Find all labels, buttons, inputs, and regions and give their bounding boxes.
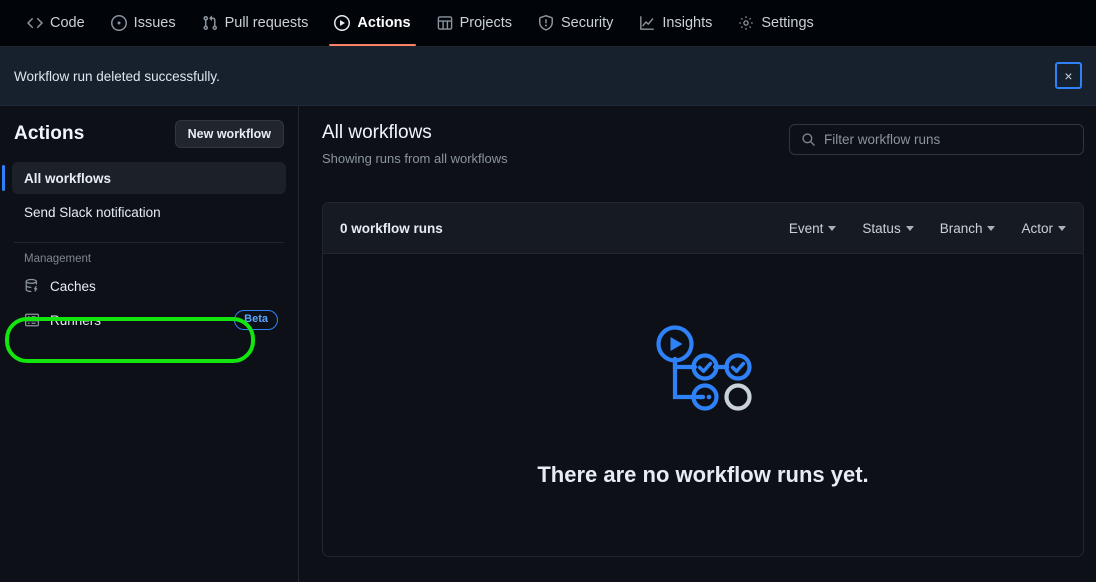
workflow-runs-panel: 0 workflow runs Event Status Branch Acto… <box>322 202 1084 557</box>
nav-item-issues[interactable]: Issues <box>98 0 189 46</box>
shield-icon <box>538 15 554 31</box>
filter-status-dropdown[interactable]: Status <box>862 220 914 236</box>
filter-actor-dropdown[interactable]: Actor <box>1021 221 1066 236</box>
close-glyph: × <box>1064 67 1073 84</box>
server-icon <box>24 312 41 329</box>
nav-item-label: Settings <box>761 15 814 31</box>
flash-banner: Workflow run deleted successfully. × <box>0 47 1096 106</box>
issue-icon <box>110 15 127 31</box>
nav-item-settings[interactable]: Settings <box>725 0 826 46</box>
sidebar-item-send-slack-notification[interactable]: Send Slack notification <box>12 196 286 228</box>
sidebar-item-caches[interactable]: Caches <box>12 270 286 302</box>
nav-item-label: Pull requests <box>224 15 309 31</box>
play-icon <box>334 15 351 31</box>
empty-state-title: There are no workflow runs yet. <box>537 461 869 487</box>
sidebar-item-all-workflows[interactable]: All workflows <box>2 162 286 194</box>
search-icon <box>801 132 816 147</box>
filter-label: Status <box>862 220 901 236</box>
workflow-runs-panel-header: 0 workflow runs Event Status Branch Acto… <box>323 203 1083 254</box>
sidebar-item-label: Runners <box>50 312 102 328</box>
close-icon[interactable]: × <box>1055 62 1082 89</box>
workflow-graph-illustration <box>653 323 753 416</box>
main-title: All workflows <box>322 122 432 143</box>
table-icon <box>437 15 453 31</box>
sidebar-divider <box>14 242 284 243</box>
nav-item-projects[interactable]: Projects <box>424 0 525 46</box>
repo-nav: Code Issues Pull requests Actions Projec… <box>0 0 1096 47</box>
nav-item-code[interactable]: Code <box>14 0 98 46</box>
nav-item-insights[interactable]: Insights <box>626 0 725 46</box>
sidebar-item-runners[interactable]: Runners Beta <box>12 304 286 336</box>
nav-item-label: Security <box>560 15 614 31</box>
nav-item-pull-requests[interactable]: Pull requests <box>189 0 322 46</box>
search-input[interactable] <box>824 132 1072 147</box>
filter-label: Event <box>788 220 824 236</box>
nav-item-label: Code <box>50 15 85 31</box>
sidebar-header: Actions New workflow <box>12 106 286 162</box>
main-heading-group: All workflows Showing runs from all work… <box>322 121 508 166</box>
nav-item-actions[interactable]: Actions <box>321 0 423 46</box>
workflow-runs-filters: Event Status Branch Actor <box>789 221 1066 236</box>
actions-sidebar: Actions New workflow All workflows Send … <box>0 106 299 582</box>
workflow-runs-count: 0 workflow runs <box>340 220 443 236</box>
nav-item-label: Issues <box>133 15 176 31</box>
sidebar-item-label: Caches <box>50 278 96 294</box>
graph-icon <box>639 15 655 31</box>
filter-label: Actor <box>1021 220 1053 236</box>
empty-state: There are no workflow runs yet. <box>323 254 1083 556</box>
main-content: All workflows Showing runs from all work… <box>300 106 1096 582</box>
gear-icon <box>738 15 754 31</box>
chevron-down-icon <box>905 225 914 231</box>
cache-icon <box>24 278 41 295</box>
flash-message: Workflow run deleted successfully. <box>14 68 220 84</box>
main-header: All workflows Showing runs from all work… <box>300 106 1096 166</box>
nav-item-label: Actions <box>357 15 411 31</box>
nav-item-label: Projects <box>459 15 512 31</box>
filter-workflow-runs-box[interactable] <box>789 124 1084 155</box>
nav-item-label: Insights <box>662 15 713 31</box>
filter-event-dropdown[interactable]: Event <box>789 221 837 236</box>
sidebar-item-label: Send Slack notification <box>24 204 161 220</box>
nav-item-security[interactable]: Security <box>525 0 626 46</box>
filter-branch-dropdown[interactable]: Branch <box>940 221 996 236</box>
filter-label: Branch <box>939 220 983 236</box>
status-badge: Beta <box>234 310 278 330</box>
sidebar-section-management-label: Management <box>24 253 92 265</box>
main-subtitle: Showing runs from all workflows <box>322 150 508 166</box>
code-icon <box>27 15 43 31</box>
page-title: Actions <box>14 123 85 144</box>
chevron-down-icon <box>828 225 837 231</box>
chevron-down-icon <box>1058 225 1066 231</box>
chevron-down-icon <box>987 225 996 231</box>
pr-icon <box>202 15 218 31</box>
new-workflow-button[interactable]: New workflow <box>174 120 284 148</box>
sidebar-item-label: All workflows <box>24 170 112 186</box>
